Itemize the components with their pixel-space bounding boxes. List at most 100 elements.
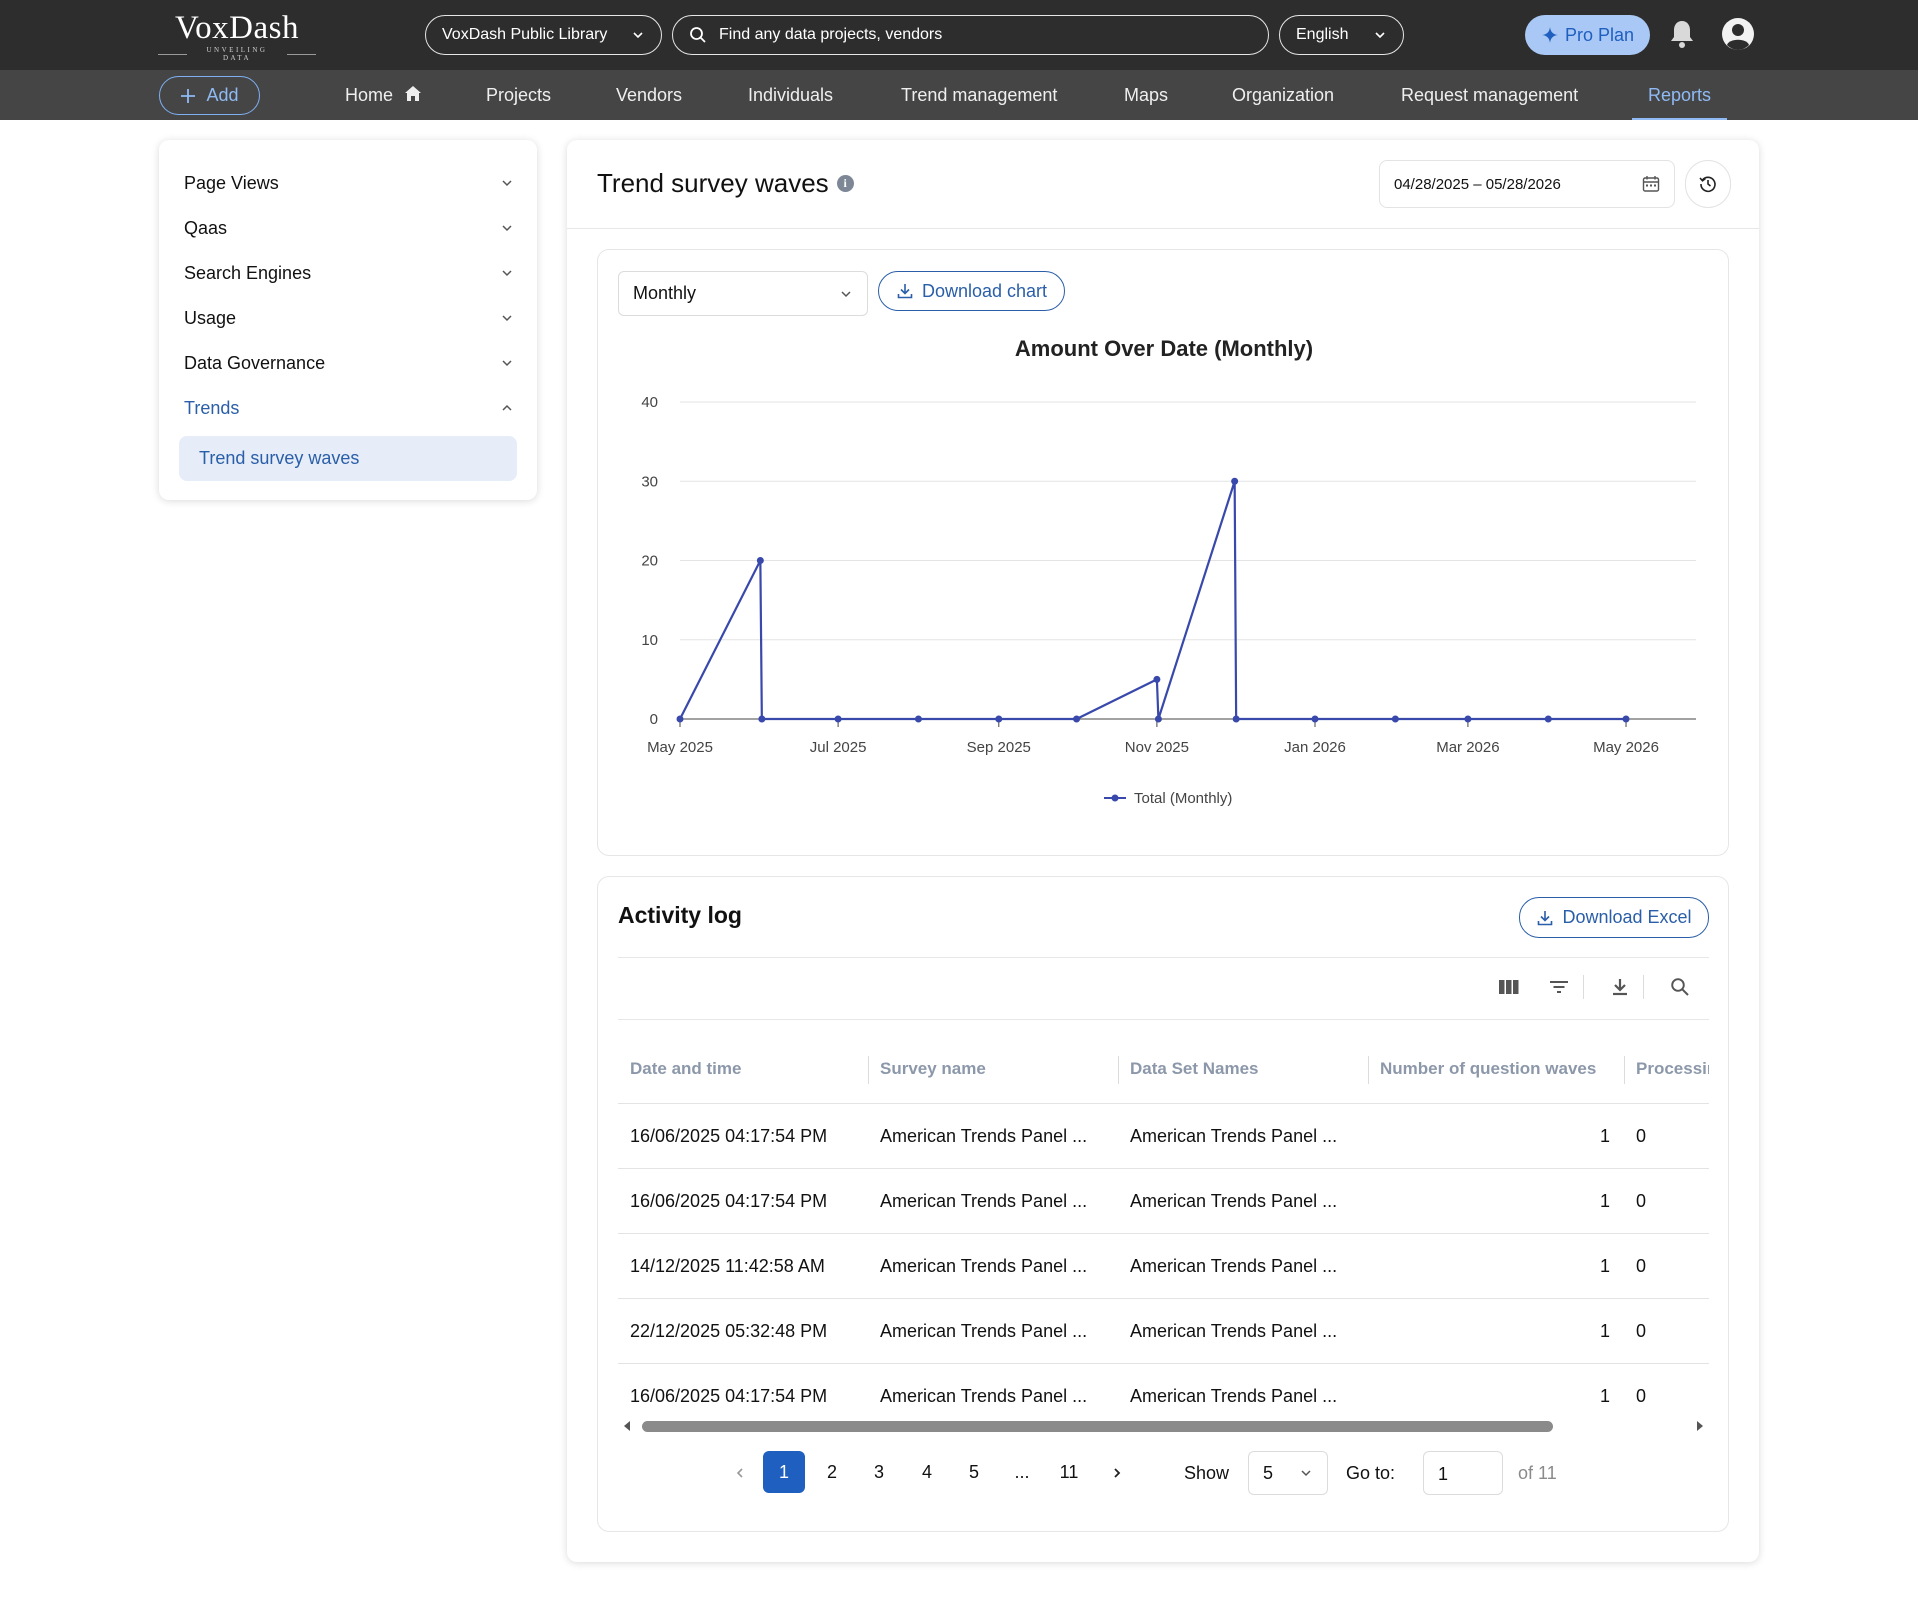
scroll-left-icon[interactable] (620, 1417, 634, 1435)
sidebar-item-usage[interactable]: Usage (184, 303, 514, 333)
column-resize-handle[interactable] (1624, 1056, 1625, 1084)
toolbar-divider (618, 1019, 1709, 1020)
page-button-2[interactable]: 2 (811, 1451, 853, 1493)
date-range-picker[interactable]: 04/28/2025 – 05/28/2026 (1379, 160, 1675, 208)
col-number-of-question-waves[interactable]: Number of question waves (1380, 1034, 1620, 1104)
search-input[interactable]: Find any data projects, vendors (672, 15, 1269, 55)
language-value: English (1296, 26, 1349, 43)
data-point (758, 715, 766, 723)
download-excel-button[interactable]: Download Excel (1519, 897, 1709, 938)
download-excel-label: Download Excel (1562, 907, 1692, 927)
page-button-11[interactable]: 11 (1048, 1451, 1090, 1493)
chevron-down-icon (502, 270, 512, 277)
top-bar: VoxDash UNVEILING DATA VoxDash Public Li… (0, 0, 1918, 70)
cell-survey-name: American Trends Panel ... (880, 1321, 1088, 1341)
page-button-5[interactable]: 5 (953, 1451, 995, 1493)
chevron-up-icon (502, 404, 512, 411)
add-button[interactable]: Add (159, 76, 260, 115)
pro-plan-button[interactable]: Pro Plan (1525, 15, 1650, 55)
chevron-down-icon (502, 225, 512, 232)
cell-processing: 0 (1636, 1321, 1647, 1341)
page-button-4[interactable]: 4 (906, 1451, 948, 1493)
columns-icon[interactable] (1497, 975, 1521, 999)
profile-icon[interactable] (1720, 16, 1756, 52)
table-row[interactable]: 16/06/2025 04:17:54 PM American Trends P… (618, 1104, 1709, 1169)
info-icon[interactable]: i (836, 175, 854, 192)
col-processing[interactable]: Processir (1636, 1034, 1709, 1104)
x-tick-label: Nov 2025 (1125, 739, 1189, 756)
app-logo[interactable]: VoxDash UNVEILING DATA (158, 10, 316, 62)
export-icon[interactable] (1608, 975, 1632, 999)
language-select[interactable]: English (1279, 15, 1404, 55)
sidebar-item-search-engines[interactable]: Search Engines (184, 258, 514, 288)
sidebar-subitem-trend-survey-waves[interactable]: Trend survey waves (179, 436, 517, 481)
cell-survey-name: American Trends Panel ... (880, 1191, 1088, 1211)
reset-button[interactable] (1685, 160, 1731, 208)
activity-table: Date and time Survey name Data Set Names… (618, 1034, 1709, 1429)
nav-projects[interactable]: Projects (486, 70, 551, 120)
download-icon (1538, 910, 1553, 925)
sidebar-item-qaas[interactable]: Qaas (184, 213, 514, 243)
cell-data-set-names: American Trends Panel ... (1130, 1191, 1338, 1211)
x-tick-label: Jan 2026 (1284, 739, 1346, 756)
search-placeholder: Find any data projects, vendors (719, 26, 943, 43)
col-date-and-time[interactable]: Date and time (630, 1034, 860, 1104)
prev-page-button[interactable] (719, 1451, 761, 1493)
sidebar-item-label: Qaas (184, 217, 228, 238)
scrollbar-thumb[interactable] (642, 1421, 1553, 1432)
nav-trend-management[interactable]: Trend management (901, 70, 1057, 120)
show-label: Show (1184, 1463, 1230, 1483)
data-point (1153, 675, 1161, 683)
chevron-left-icon (736, 1468, 743, 1478)
nav-bar: Add Home Projects Vendors Individuals Tr… (0, 70, 1918, 120)
page-button-1[interactable]: 1 (763, 1451, 805, 1493)
table-row[interactable]: 14/12/2025 11:42:58 AM American Trends P… (618, 1234, 1709, 1299)
add-label: Add (206, 85, 239, 105)
nav-home[interactable]: Home (345, 70, 422, 120)
page-size-select[interactable]: 5 (1248, 1451, 1328, 1495)
legend-label: Total (Monthly) (1134, 790, 1232, 807)
data-point (756, 557, 764, 564)
column-resize-handle[interactable] (1368, 1056, 1369, 1084)
column-resize-handle[interactable] (868, 1056, 869, 1084)
nav-maps[interactable]: Maps (1124, 70, 1168, 120)
date-range-value: 04/28/2025 – 05/28/2026 (1394, 175, 1561, 193)
nav-vendors[interactable]: Vendors (616, 70, 682, 120)
library-select[interactable]: VoxDash Public Library (425, 15, 662, 55)
legend-swatch-point (1111, 794, 1119, 802)
logo-name: VoxDash (175, 10, 299, 46)
column-resize-handle[interactable] (1118, 1056, 1119, 1084)
data-point (1464, 715, 1472, 723)
sidebar-item-data-governance[interactable]: Data Governance (184, 348, 514, 378)
x-tick-label: Mar 2026 (1436, 739, 1499, 756)
sidebar-item-trends[interactable]: Trends (184, 393, 514, 423)
horizontal-scrollbar[interactable] (618, 1417, 1709, 1435)
nav-individuals[interactable]: Individuals (748, 70, 833, 120)
nav-organization[interactable]: Organization (1232, 70, 1334, 120)
col-data-set-names[interactable]: Data Set Names (1130, 1034, 1360, 1104)
scroll-right-icon[interactable] (1693, 1417, 1707, 1435)
filter-icon[interactable] (1547, 975, 1571, 999)
nav-reports[interactable]: Reports (1631, 70, 1728, 120)
nav-home-label: Home (345, 85, 394, 105)
chevron-down-icon (633, 32, 643, 39)
cell-processing: 0 (1636, 1256, 1647, 1276)
sidebar-item-page-views[interactable]: Page Views (184, 168, 514, 198)
next-page-button[interactable] (1096, 1451, 1138, 1493)
table-row[interactable]: 22/12/2025 05:32:48 PM American Trends P… (618, 1299, 1709, 1364)
page-ellipsis[interactable]: ... (1001, 1451, 1043, 1493)
table-row[interactable]: 16/06/2025 04:17:54 PM American Trends P… (618, 1169, 1709, 1234)
activity-divider (618, 957, 1709, 958)
data-point (1232, 715, 1240, 723)
chevron-down-icon (1301, 1470, 1311, 1477)
page-count-label: of 11 (1518, 1463, 1557, 1483)
goto-page-input[interactable]: 1 (1423, 1451, 1503, 1495)
search-icon[interactable] (1668, 975, 1692, 999)
nav-request-management[interactable]: Request management (1401, 70, 1578, 120)
activity-log-title: Activity log (618, 902, 742, 928)
amount-over-date-chart: Amount Over Date (Monthly) 0 10 20 30 40 May … (641, 336, 1696, 807)
col-survey-name[interactable]: Survey name (880, 1034, 1110, 1104)
page-size-value: 5 (1263, 1462, 1274, 1483)
page-button-3[interactable]: 3 (858, 1451, 900, 1493)
bell-icon[interactable] (1668, 18, 1696, 50)
